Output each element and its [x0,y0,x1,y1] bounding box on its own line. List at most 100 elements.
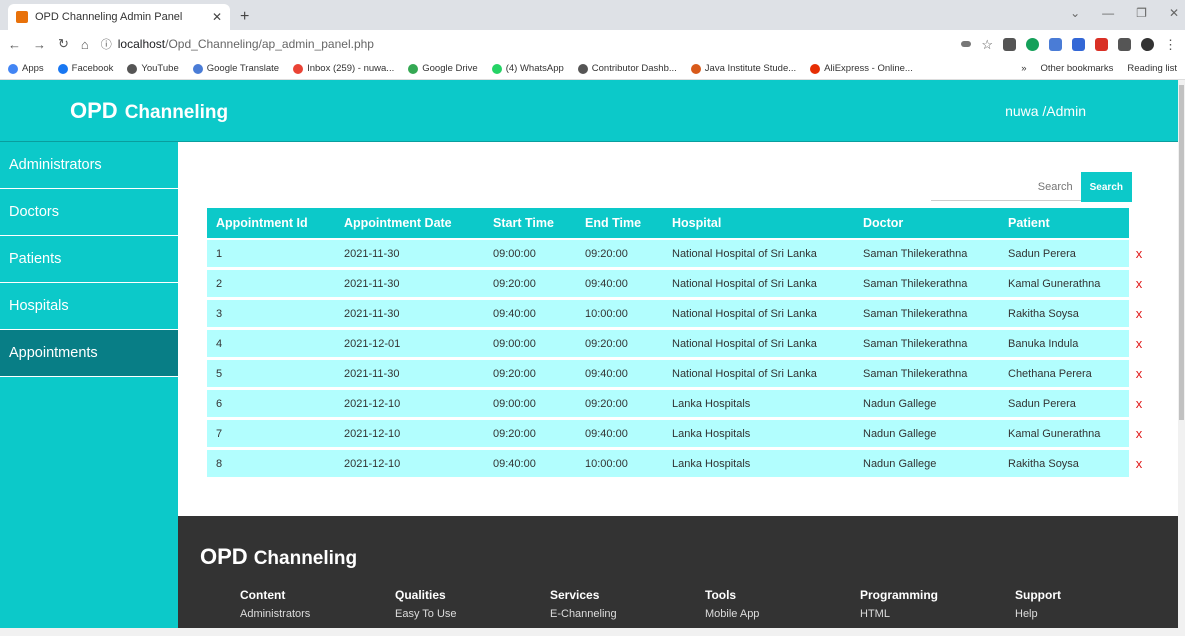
column-header[interactable]: Hospital [663,208,854,238]
footer-column: Services E-Channeling [550,588,705,620]
table-cell: 4 [207,330,335,358]
search-row: Search [930,172,1132,202]
bookmark-item[interactable]: Inbox (259) - nuwa... [293,63,394,74]
bookmark-item[interactable]: Google Drive [408,63,478,74]
scroll-thumb[interactable] [1179,85,1184,420]
delete-icon[interactable]: x [1129,360,1149,388]
sidebar-item-hospitals[interactable]: Hospitals [0,283,178,330]
bookmark-item[interactable]: Google Translate [192,63,279,74]
info-icon[interactable]: ⓘ [101,36,112,52]
puzzle-icon[interactable] [1118,37,1131,51]
back-icon[interactable]: ← [8,37,21,52]
delete-icon[interactable]: x [1129,390,1149,418]
footer-columns: Content Administrators Qualities Easy To Us… [240,588,1170,620]
bookmark-icon [810,63,821,74]
extension-icon-2[interactable] [1026,37,1039,51]
key-icon[interactable] [961,41,972,47]
table-cell: 2021-12-01 [335,330,484,358]
column-header[interactable]: Appointment Id [207,208,335,238]
new-tab-icon[interactable]: + [240,8,249,26]
avatar[interactable] [1141,37,1154,51]
minimize-icon[interactable]: — [1102,6,1114,20]
bookmark-item[interactable]: AliExpress - Online... [810,63,913,74]
sidebar-item-patients[interactable]: Patients [0,236,178,283]
bookmark-item[interactable]: YouTube [127,63,179,74]
footer-link[interactable]: Help [1015,608,1170,620]
site-footer: OPD Channeling Content Administrators Qual… [178,516,1178,628]
delete-icon[interactable]: x [1129,300,1149,328]
close-window-icon[interactable]: ✕ [1169,6,1179,20]
bookmark-label: Java Institute Stude... [704,63,797,74]
footer-logo: OPD Channeling [200,544,357,570]
page: OPD Channeling nuwa /Admin Administrator… [0,80,1178,628]
table-cell: Nadun Gallege [854,450,999,478]
column-header[interactable]: Doctor [854,208,999,238]
bookmark-right-item[interactable]: » [1021,63,1026,74]
footer-link[interactable]: Administrators [240,608,395,620]
delete-icon[interactable]: x [1129,450,1149,478]
home-icon[interactable]: ⌂ [81,37,89,52]
menu-icon[interactable]: ⋮ [1164,38,1177,51]
delete-icon[interactable]: x [1129,240,1149,268]
site-header: OPD Channeling nuwa /Admin [0,80,1178,142]
extension-icon-3[interactable] [1049,37,1062,51]
table-cell: 2021-11-30 [335,360,484,388]
site-logo[interactable]: OPD Channeling [70,98,228,124]
vertical-scrollbar[interactable] [1178,80,1185,628]
delete-icon[interactable]: x [1129,330,1149,358]
column-header[interactable]: Appointment Date [335,208,484,238]
table-cell: Saman Thilekerathna [854,330,999,358]
table-cell: 8 [207,450,335,478]
bookmark-item[interactable]: Java Institute Stude... [690,63,797,74]
extension-icon-4[interactable] [1072,37,1085,51]
horizontal-scrollbar[interactable] [0,628,1185,636]
footer-heading: Tools [705,588,737,602]
restore-icon[interactable]: ❐ [1136,6,1147,20]
table-cell: 09:40:00 [576,420,663,448]
address-bar[interactable]: ⓘ localhost/Opd_Channeling/ap_admin_pane… [101,36,950,52]
bookmark-right-item[interactable]: Reading list [1127,63,1177,74]
bookmark-label: AliExpress - Online... [824,63,913,74]
browser-tab[interactable]: OPD Channeling Admin Panel ✕ [8,4,230,30]
footer-link[interactable]: HTML [860,608,1015,620]
column-header[interactable]: Patient [999,208,1129,238]
column-header[interactable]: End Time [576,208,663,238]
table-cell: 2021-12-10 [335,420,484,448]
close-tab-icon[interactable]: ✕ [212,10,222,24]
footer-link[interactable]: Easy To Use [395,608,550,620]
bookmark-right-item[interactable]: Other bookmarks [1040,63,1113,74]
table-cell: 09:00:00 [484,330,576,358]
reload-icon[interactable]: ↻ [58,36,69,52]
column-header-actions [1129,208,1149,238]
table-cell: 1 [207,240,335,268]
bookmark-item[interactable]: Apps [8,63,44,74]
delete-icon[interactable]: x [1129,270,1149,298]
table-row: 5 2021-11-30 09:20:00 09:40:00 National Hosp… [207,360,1149,388]
table-cell: 09:20:00 [484,420,576,448]
forward-icon[interactable]: → [33,37,46,52]
tab-search-icon[interactable]: ⌄ [1070,6,1080,20]
extension-icon-5[interactable] [1095,37,1108,51]
delete-icon[interactable]: x [1129,420,1149,448]
column-header[interactable]: Start Time [484,208,576,238]
table-cell: 09:00:00 [484,390,576,418]
bookmark-item[interactable]: Facebook [57,63,113,74]
table-cell: Lanka Hospitals [663,450,854,478]
bookmark-item[interactable]: Contributor Dashb... [577,63,677,74]
bookmark-label: Apps [22,63,44,74]
table-cell: 2021-11-30 [335,300,484,328]
footer-heading: Content [240,588,286,602]
search-button[interactable]: Search [1080,172,1132,202]
footer-column: Tools Mobile App [705,588,860,620]
star-icon[interactable]: ☆ [981,38,993,51]
sidebar-item-administrators[interactable]: Administrators [0,142,178,189]
footer-link[interactable]: Mobile App [705,608,860,620]
footer-link[interactable]: E-Channeling [550,608,705,620]
bookmark-item[interactable]: (4) WhatsApp [491,63,564,74]
table-cell: 09:40:00 [576,270,663,298]
sidebar-item-doctors[interactable]: Doctors [0,189,178,236]
sidebar-item-appointments[interactable]: Appointments [0,330,178,377]
search-input[interactable] [930,173,1081,201]
brand-big: OPD [70,97,118,123]
extension-icon-1[interactable] [1003,37,1016,51]
